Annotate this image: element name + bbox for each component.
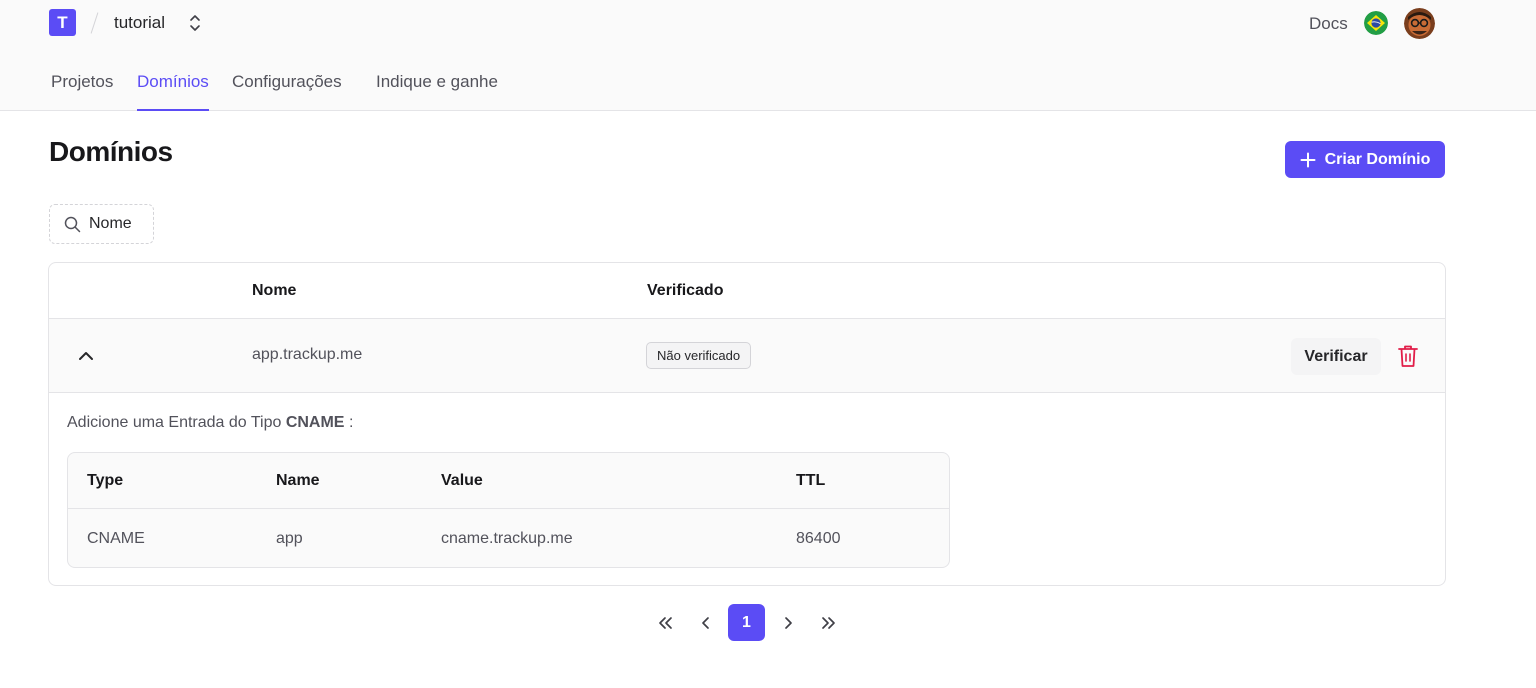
record-name-cell: app bbox=[276, 530, 303, 547]
column-header-type: Type bbox=[87, 472, 124, 489]
chevrons-right-icon bbox=[821, 616, 835, 629]
column-header-verified[interactable]: Verificado bbox=[647, 282, 723, 300]
verify-button[interactable]: Verificar bbox=[1291, 338, 1381, 375]
column-header-value: Value bbox=[441, 472, 483, 489]
dns-record-table: Type Name Value TTL CNAME app cname.trac… bbox=[67, 452, 950, 568]
tab-configuracoes[interactable]: Configurações bbox=[232, 72, 342, 111]
domain-name: app.trackup.me bbox=[252, 346, 363, 363]
tab-indique-e-ganhe[interactable]: Indique e ganhe bbox=[376, 72, 498, 111]
create-domain-label: Criar Domínio bbox=[1324, 150, 1431, 168]
instruction-suffix: : bbox=[348, 414, 354, 431]
table-row: app.trackup.me Não verificado Verificar bbox=[49, 319, 1445, 393]
chevrons-left-icon bbox=[658, 616, 672, 629]
plus-icon bbox=[1300, 152, 1316, 167]
create-domain-button[interactable]: Criar Domínio bbox=[1285, 141, 1445, 178]
brazil-flag-icon[interactable] bbox=[1364, 11, 1388, 35]
trash-icon[interactable] bbox=[1397, 344, 1419, 368]
previous-page-button[interactable] bbox=[687, 604, 724, 641]
chevron-up-icon[interactable] bbox=[76, 346, 96, 366]
user-avatar[interactable] bbox=[1404, 8, 1435, 39]
column-header-ttl: TTL bbox=[796, 472, 826, 489]
page-title: Domínios bbox=[49, 136, 173, 167]
status-badge: Não verificado bbox=[646, 342, 752, 369]
next-page-button[interactable] bbox=[769, 604, 806, 641]
search-filter[interactable]: Nome bbox=[49, 204, 154, 244]
project-name[interactable]: tutorial bbox=[114, 13, 165, 33]
search-icon bbox=[64, 216, 81, 232]
app-logo[interactable]: T bbox=[49, 9, 76, 36]
top-header: T tutorial Docs Projetos Domínios Config… bbox=[0, 0, 1536, 111]
chevron-right-icon bbox=[784, 616, 792, 629]
tab-projetos[interactable]: Projetos bbox=[51, 72, 113, 111]
chevrons-up-down-icon[interactable] bbox=[186, 12, 204, 34]
chevron-left-icon bbox=[701, 616, 709, 629]
search-placeholder: Nome bbox=[89, 215, 132, 232]
dns-instruction: Adicione uma Entrada do Tipo CNAME : bbox=[67, 414, 353, 432]
record-value-cell: cname.trackup.me bbox=[441, 530, 573, 547]
tab-dominios[interactable]: Domínios bbox=[137, 72, 209, 111]
domains-table: Nome Verificado app.trackup.me Não verif… bbox=[48, 262, 1446, 586]
page-button-current[interactable]: 1 bbox=[728, 604, 765, 641]
first-page-button[interactable] bbox=[646, 604, 683, 641]
docs-link[interactable]: Docs bbox=[1309, 14, 1348, 34]
dns-header-divider bbox=[68, 508, 949, 509]
last-page-button[interactable] bbox=[810, 604, 847, 641]
column-header-record-name: Name bbox=[276, 472, 320, 489]
instruction-record-type: CNAME bbox=[285, 414, 345, 431]
breadcrumb-separator bbox=[90, 12, 99, 34]
column-header-name[interactable]: Nome bbox=[252, 282, 296, 300]
record-ttl-cell: 86400 bbox=[796, 530, 841, 547]
record-type-cell: CNAME bbox=[87, 530, 145, 547]
instruction-prefix: Adicione uma Entrada do Tipo bbox=[67, 414, 282, 431]
